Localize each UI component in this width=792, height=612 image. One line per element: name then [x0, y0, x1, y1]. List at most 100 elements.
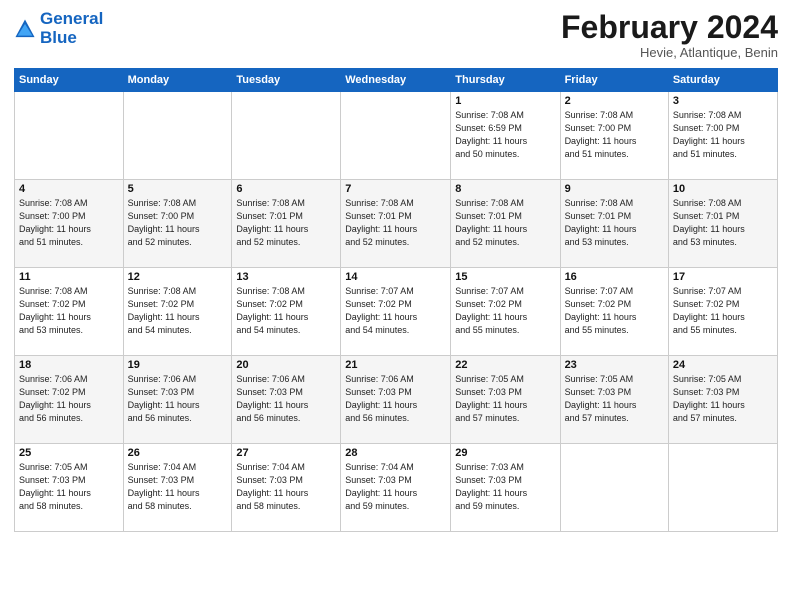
- day-info: Sunrise: 7:06 AMSunset: 7:03 PMDaylight:…: [236, 373, 336, 425]
- day-number: 11: [19, 271, 119, 283]
- day-number: 23: [565, 359, 664, 371]
- day-info: Sunrise: 7:08 AMSunset: 7:01 PMDaylight:…: [673, 197, 773, 249]
- day-number: 8: [455, 183, 555, 195]
- calendar-cell: 1 Sunrise: 7:08 AMSunset: 6:59 PMDaylight…: [451, 92, 560, 180]
- day-info: Sunrise: 7:06 AMSunset: 7:02 PMDaylight:…: [19, 373, 119, 425]
- calendar-cell: 6Sunrise: 7:08 AMSunset: 7:01 PMDaylight…: [232, 180, 341, 268]
- day-number: 12: [128, 271, 228, 283]
- calendar-cell: 27 Sunrise: 7:04 AMSunset: 7:03 PMDayligh…: [232, 444, 341, 532]
- day-info: Sunrise: 7:07 AMSunset: 7:02 PMDaylight:…: [345, 285, 446, 337]
- day-info: Sunrise: 7:08 AMSunset: 6:59 PMDaylight:…: [455, 109, 555, 161]
- calendar-cell: 24 Sunrise: 7:05 AMSunset: 7:03 PMDayligh…: [668, 356, 777, 444]
- calendar-cell: 5Sunrise: 7:08 AMSunset: 7:00 PMDaylight…: [123, 180, 232, 268]
- day-info: Sunrise: 7:08 AMSunset: 7:01 PMDaylight:…: [455, 197, 555, 249]
- day-number: 13: [236, 271, 336, 283]
- calendar-week-row: 1 Sunrise: 7:08 AMSunset: 6:59 PMDaylight…: [15, 92, 778, 180]
- calendar-cell: 16 Sunrise: 7:07 AMSunset: 7:02 PMDayligh…: [560, 268, 668, 356]
- calendar-cell: 28 Sunrise: 7:04 AMSunset: 7:03 PMDayligh…: [341, 444, 451, 532]
- calendar-cell: 25 Sunrise: 7:05 AMSunset: 7:03 PMDayligh…: [15, 444, 124, 532]
- calendar-week-row: 4 Sunrise: 7:08 AMSunset: 7:00 PMDaylight…: [15, 180, 778, 268]
- day-info: Sunrise: 7:05 AMSunset: 7:03 PMDaylight:…: [19, 461, 119, 513]
- title-block: February 2024 Hevie, Atlantique, Benin: [561, 10, 778, 60]
- day-number: 3: [673, 95, 773, 107]
- calendar-cell: 20 Sunrise: 7:06 AMSunset: 7:03 PMDayligh…: [232, 356, 341, 444]
- weekday-header-sunday: Sunday: [15, 69, 124, 92]
- day-number: 20: [236, 359, 336, 371]
- day-number: 4: [19, 183, 119, 195]
- day-number: 28: [345, 447, 446, 459]
- calendar-cell: 10Sunrise: 7:08 AMSunset: 7:01 PMDayligh…: [668, 180, 777, 268]
- day-number: 27: [236, 447, 336, 459]
- weekday-header-row: SundayMondayTuesdayWednesdayThursdayFrid…: [15, 69, 778, 92]
- day-number: 2: [565, 95, 664, 107]
- day-info: Sunrise: 7:08 AMSunset: 7:00 PMDaylight:…: [19, 197, 119, 249]
- calendar-cell: 7 Sunrise: 7:08 AMSunset: 7:01 PMDaylight…: [341, 180, 451, 268]
- day-info: Sunrise: 7:08 AMSunset: 7:02 PMDaylight:…: [128, 285, 228, 337]
- day-number: 6: [236, 183, 336, 195]
- calendar-cell: [15, 92, 124, 180]
- day-info: Sunrise: 7:06 AMSunset: 7:03 PMDaylight:…: [128, 373, 228, 425]
- day-info: Sunrise: 7:08 AMSunset: 7:02 PMDaylight:…: [236, 285, 336, 337]
- day-number: 14: [345, 271, 446, 283]
- day-number: 7: [345, 183, 446, 195]
- calendar-cell: [341, 92, 451, 180]
- calendar-cell: 26 Sunrise: 7:04 AMSunset: 7:03 PMDayligh…: [123, 444, 232, 532]
- day-info: Sunrise: 7:07 AMSunset: 7:02 PMDaylight:…: [455, 285, 555, 337]
- day-number: 25: [19, 447, 119, 459]
- day-info: Sunrise: 7:04 AMSunset: 7:03 PMDaylight:…: [236, 461, 336, 513]
- calendar-cell: 15 Sunrise: 7:07 AMSunset: 7:02 PMDayligh…: [451, 268, 560, 356]
- weekday-header-thursday: Thursday: [451, 69, 560, 92]
- calendar-cell: 19Sunrise: 7:06 AMSunset: 7:03 PMDayligh…: [123, 356, 232, 444]
- calendar-container: General Blue February 2024 Hevie, Atlant…: [0, 0, 792, 612]
- day-info: Sunrise: 7:06 AMSunset: 7:03 PMDaylight:…: [345, 373, 446, 425]
- day-number: 26: [128, 447, 228, 459]
- calendar-cell: 21Sunrise: 7:06 AMSunset: 7:03 PMDayligh…: [341, 356, 451, 444]
- weekday-header-saturday: Saturday: [668, 69, 777, 92]
- day-info: Sunrise: 7:05 AMSunset: 7:03 PMDaylight:…: [455, 373, 555, 425]
- calendar-cell: 9Sunrise: 7:08 AMSunset: 7:01 PMDaylight…: [560, 180, 668, 268]
- weekday-header-tuesday: Tuesday: [232, 69, 341, 92]
- day-number: 18: [19, 359, 119, 371]
- day-number: 17: [673, 271, 773, 283]
- day-number: 1: [455, 95, 555, 107]
- weekday-header-monday: Monday: [123, 69, 232, 92]
- calendar-week-row: 25 Sunrise: 7:05 AMSunset: 7:03 PMDayligh…: [15, 444, 778, 532]
- weekday-header-wednesday: Wednesday: [341, 69, 451, 92]
- calendar-cell: 4 Sunrise: 7:08 AMSunset: 7:00 PMDaylight…: [15, 180, 124, 268]
- day-info: Sunrise: 7:08 AMSunset: 7:00 PMDaylight:…: [128, 197, 228, 249]
- calendar-cell: 23 Sunrise: 7:05 AMSunset: 7:03 PMDayligh…: [560, 356, 668, 444]
- day-info: Sunrise: 7:03 AMSunset: 7:03 PMDaylight:…: [455, 461, 555, 513]
- day-info: Sunrise: 7:08 AMSunset: 7:01 PMDaylight:…: [345, 197, 446, 249]
- day-number: 16: [565, 271, 664, 283]
- calendar-cell: 3 Sunrise: 7:08 AMSunset: 7:00 PMDaylight…: [668, 92, 777, 180]
- logo-icon: [14, 18, 36, 40]
- day-info: Sunrise: 7:07 AMSunset: 7:02 PMDaylight:…: [673, 285, 773, 337]
- day-number: 24: [673, 359, 773, 371]
- month-title: February 2024: [561, 10, 778, 45]
- calendar-cell: 11Sunrise: 7:08 AMSunset: 7:02 PMDayligh…: [15, 268, 124, 356]
- day-number: 29: [455, 447, 555, 459]
- day-info: Sunrise: 7:08 AMSunset: 7:01 PMDaylight:…: [565, 197, 664, 249]
- day-info: Sunrise: 7:04 AMSunset: 7:03 PMDaylight:…: [128, 461, 228, 513]
- calendar-cell: 29 Sunrise: 7:03 AMSunset: 7:03 PMDayligh…: [451, 444, 560, 532]
- day-number: 15: [455, 271, 555, 283]
- calendar-week-row: 11 Sunrise: 7:08 AMSunset: 7:02 PMDayligh…: [15, 268, 778, 356]
- location-subtitle: Hevie, Atlantique, Benin: [561, 45, 778, 60]
- day-info: Sunrise: 7:04 AMSunset: 7:03 PMDaylight:…: [345, 461, 446, 513]
- calendar-table: SundayMondayTuesdayWednesdayThursdayFrid…: [14, 68, 778, 532]
- calendar-cell: 22Sunrise: 7:05 AMSunset: 7:03 PMDayligh…: [451, 356, 560, 444]
- calendar-cell: [668, 444, 777, 532]
- calendar-cell: [560, 444, 668, 532]
- day-info: Sunrise: 7:07 AMSunset: 7:02 PMDaylight:…: [565, 285, 664, 337]
- day-info: Sunrise: 7:08 AMSunset: 7:00 PMDaylight:…: [673, 109, 773, 161]
- calendar-cell: 17 Sunrise: 7:07 AMSunset: 7:02 PMDayligh…: [668, 268, 777, 356]
- calendar-header: General Blue February 2024 Hevie, Atlant…: [14, 10, 778, 60]
- day-info: Sunrise: 7:05 AMSunset: 7:03 PMDaylight:…: [565, 373, 664, 425]
- day-info: Sunrise: 7:05 AMSunset: 7:03 PMDaylight:…: [673, 373, 773, 425]
- calendar-cell: [232, 92, 341, 180]
- calendar-cell: 18 Sunrise: 7:06 AMSunset: 7:02 PMDayligh…: [15, 356, 124, 444]
- logo-text: General Blue: [40, 10, 103, 47]
- calendar-cell: [123, 92, 232, 180]
- calendar-cell: 12 Sunrise: 7:08 AMSunset: 7:02 PMDayligh…: [123, 268, 232, 356]
- calendar-cell: 2Sunrise: 7:08 AMSunset: 7:00 PMDaylight…: [560, 92, 668, 180]
